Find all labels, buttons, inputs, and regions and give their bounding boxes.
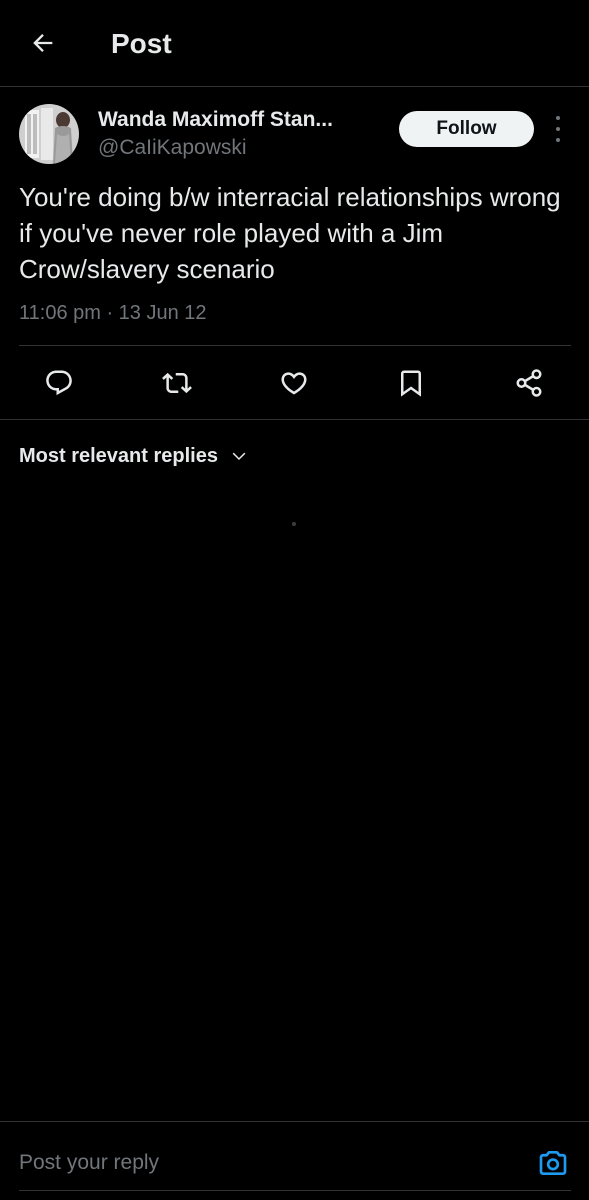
back-button[interactable] bbox=[26, 26, 60, 60]
share-button[interactable] bbox=[512, 366, 546, 400]
more-dot-icon bbox=[556, 127, 560, 131]
author-handle[interactable]: @CaIiKapowski bbox=[98, 135, 247, 161]
more-options-button[interactable] bbox=[548, 116, 568, 142]
action-bar bbox=[0, 346, 589, 420]
share-icon bbox=[516, 369, 542, 397]
repost-button[interactable] bbox=[160, 366, 194, 400]
more-dot-icon bbox=[556, 138, 560, 142]
reply-sort-dropdown[interactable]: Most relevant replies bbox=[19, 441, 248, 471]
arrow-left-icon bbox=[33, 34, 53, 52]
camera-button[interactable] bbox=[536, 1146, 570, 1180]
comment-icon bbox=[46, 370, 72, 396]
like-button[interactable] bbox=[277, 366, 311, 400]
avatar-image bbox=[19, 104, 79, 164]
bookmark-icon bbox=[401, 370, 421, 397]
bookmark-button[interactable] bbox=[394, 366, 428, 400]
repost-icon bbox=[162, 372, 192, 394]
post-text: You're doing b/w interracial relationshi… bbox=[19, 182, 561, 284]
page-title: Post bbox=[111, 28, 172, 59]
reply-composer bbox=[0, 1121, 589, 1200]
author-name[interactable]: Wanda Maximoff Stan... bbox=[98, 107, 333, 133]
loading-indicator bbox=[292, 522, 296, 526]
heart-icon bbox=[281, 372, 307, 395]
more-dot-icon bbox=[556, 116, 560, 120]
avatar[interactable] bbox=[19, 104, 79, 164]
camera-icon bbox=[539, 1151, 567, 1175]
post-timestamp[interactable]: 11:06 pm · 13 Jun 12 bbox=[19, 299, 207, 327]
top-bar: Post bbox=[0, 0, 589, 87]
reply-sort-label: Most relevant replies bbox=[19, 445, 218, 467]
chevron-down-icon bbox=[230, 447, 248, 465]
reply-underline bbox=[19, 1190, 571, 1191]
reply-input[interactable] bbox=[19, 1144, 509, 1182]
follow-button[interactable]: Follow bbox=[399, 111, 534, 147]
reply-button[interactable] bbox=[42, 366, 76, 400]
